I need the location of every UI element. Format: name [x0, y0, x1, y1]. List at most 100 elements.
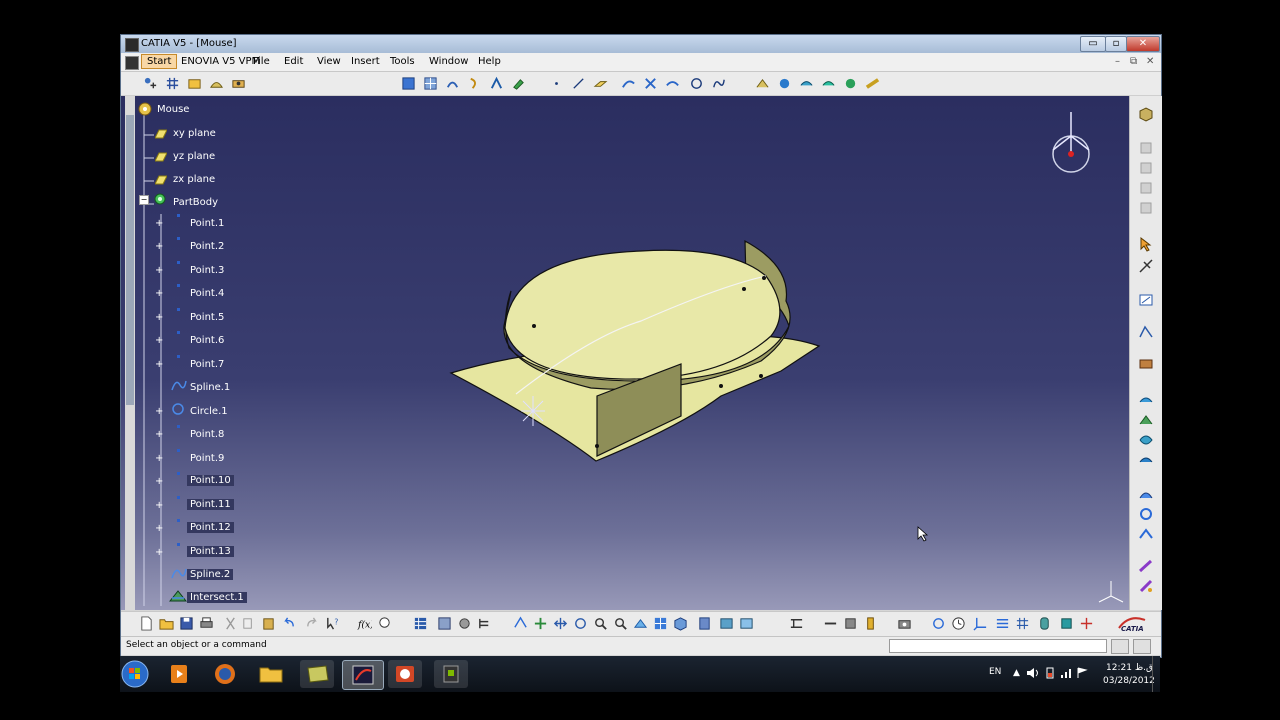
grid-toggle-icon[interactable] [1015, 616, 1030, 631]
media-player-taskbar-button[interactable] [162, 660, 196, 688]
analysis-icon[interactable] [1138, 356, 1154, 372]
split-icon[interactable] [799, 76, 814, 91]
expand-toggle[interactable]: + [155, 500, 163, 511]
photo-studio-icon[interactable] [897, 616, 912, 631]
tree-root-mouse[interactable]: Mouse [157, 104, 189, 115]
menu-file[interactable]: File [253, 56, 270, 67]
expand-toggle[interactable]: + [155, 312, 163, 323]
tree-item-partbody[interactable]: PartBody [173, 197, 218, 208]
volume-icon[interactable] [1026, 667, 1040, 679]
zoom-out-icon[interactable] [613, 616, 628, 631]
tree-item-yz-plane[interactable]: yz plane [173, 151, 215, 162]
new-file-icon[interactable] [139, 616, 154, 631]
iso-view-icon[interactable] [673, 616, 688, 631]
extract-icon[interactable] [865, 76, 880, 91]
zoom-in-icon[interactable] [593, 616, 608, 631]
line-icon[interactable] [571, 76, 586, 91]
print-icon[interactable] [199, 616, 214, 631]
constraint-icon[interactable] [1138, 258, 1154, 274]
maximize-button[interactable]: ▫ [1105, 36, 1127, 52]
expand-toggle[interactable]: + [155, 241, 163, 252]
command-clear-button[interactable] [1133, 639, 1151, 654]
projection-icon[interactable] [621, 76, 636, 91]
fill-icon[interactable] [511, 76, 526, 91]
expand-toggle[interactable]: + [155, 523, 163, 534]
menu-enovia[interactable]: ENOVIA V5 VPM [181, 56, 260, 67]
table-icon[interactable] [413, 616, 428, 631]
cube-icon[interactable] [1059, 616, 1074, 631]
loft-icon[interactable] [1138, 412, 1154, 428]
surface-icon[interactable] [209, 76, 224, 91]
redo-icon[interactable] [305, 616, 320, 631]
menu-start[interactable]: Start [141, 54, 178, 69]
comment-icon[interactable] [377, 616, 392, 631]
rotate-icon[interactable] [1138, 506, 1154, 522]
normal-view-icon[interactable] [633, 616, 648, 631]
compass-icon[interactable] [1052, 112, 1090, 173]
measure-inertia-icon[interactable] [843, 616, 858, 631]
apply-material-icon[interactable] [863, 616, 878, 631]
menu-view[interactable]: View [317, 56, 341, 67]
point-icon[interactable] [549, 76, 564, 91]
tree-item-zx-plane[interactable]: zx plane [173, 174, 215, 185]
menu-insert[interactable]: Insert [351, 56, 380, 67]
pan-icon[interactable] [553, 616, 568, 631]
expand-toggle[interactable]: + [155, 453, 163, 464]
workbench-icon[interactable] [1138, 106, 1154, 122]
law-icon[interactable] [1138, 558, 1154, 574]
points-icon[interactable] [143, 76, 158, 91]
offset-icon[interactable] [1138, 452, 1154, 468]
expand-toggle[interactable]: + [155, 359, 163, 370]
fly-icon[interactable] [513, 616, 528, 631]
join-icon[interactable] [755, 76, 770, 91]
axis-system-icon[interactable] [973, 616, 988, 631]
rotate-view-icon[interactable] [573, 616, 588, 631]
doc-minimize-button[interactable]: – [1115, 56, 1120, 67]
expand-toggle[interactable]: + [155, 335, 163, 346]
extrude-icon[interactable] [445, 76, 460, 91]
catalog-icon[interactable] [437, 616, 452, 631]
clock-time[interactable]: 12:21 ق.ظ [1106, 663, 1153, 673]
multi-view-icon[interactable] [423, 76, 438, 91]
network-icon[interactable] [1060, 667, 1072, 679]
grid-icon[interactable] [165, 76, 180, 91]
notepad-taskbar-button[interactable] [300, 660, 334, 688]
clock-date[interactable]: 03/28/2012 [1103, 676, 1155, 686]
dimension-icon[interactable] [995, 616, 1010, 631]
start-orb-icon[interactable] [120, 659, 150, 689]
cut-icon[interactable] [223, 616, 238, 631]
menu-tools[interactable]: Tools [390, 56, 415, 67]
sweep-icon[interactable] [489, 76, 504, 91]
save-icon[interactable] [179, 616, 194, 631]
tray-expand-icon[interactable]: ▲ [1013, 668, 1020, 678]
intersection-icon[interactable] [643, 76, 658, 91]
tree-item-xy-plane[interactable]: xy plane [173, 128, 216, 139]
profile-icon[interactable] [1138, 324, 1154, 340]
swap-view-icon[interactable] [739, 616, 754, 631]
battery-icon[interactable] [1044, 667, 1056, 679]
sketch-icon[interactable] [187, 76, 202, 91]
select-arrow-icon[interactable] [1138, 236, 1154, 252]
measure-icon[interactable] [231, 76, 246, 91]
expand-toggle[interactable]: + [155, 476, 163, 487]
clock-icon[interactable] [951, 616, 966, 631]
language-indicator[interactable]: EN [989, 667, 1001, 677]
multi-view-icon[interactable] [653, 616, 668, 631]
hierarchy-icon[interactable] [477, 616, 492, 631]
revolve-icon[interactable] [467, 76, 482, 91]
hide-show-icon[interactable] [719, 616, 734, 631]
parallel-curve-icon[interactable] [665, 76, 680, 91]
other-app-taskbar-button[interactable] [434, 660, 468, 688]
boundary-icon[interactable] [843, 76, 858, 91]
explorer-taskbar-button[interactable] [254, 660, 288, 688]
expand-toggle[interactable]: + [155, 547, 163, 558]
fit-all-icon[interactable] [401, 76, 416, 91]
menu-edit[interactable]: Edit [284, 56, 303, 67]
close-button[interactable]: ✕ [1126, 36, 1160, 52]
spline-icon[interactable] [711, 76, 726, 91]
powerpoint-taskbar-button[interactable] [388, 660, 422, 688]
fit-all-in-icon[interactable] [533, 616, 548, 631]
blend-icon[interactable] [1138, 432, 1154, 448]
doc-close-button[interactable]: ✕ [1146, 56, 1154, 67]
cylinder-icon[interactable] [1037, 616, 1052, 631]
